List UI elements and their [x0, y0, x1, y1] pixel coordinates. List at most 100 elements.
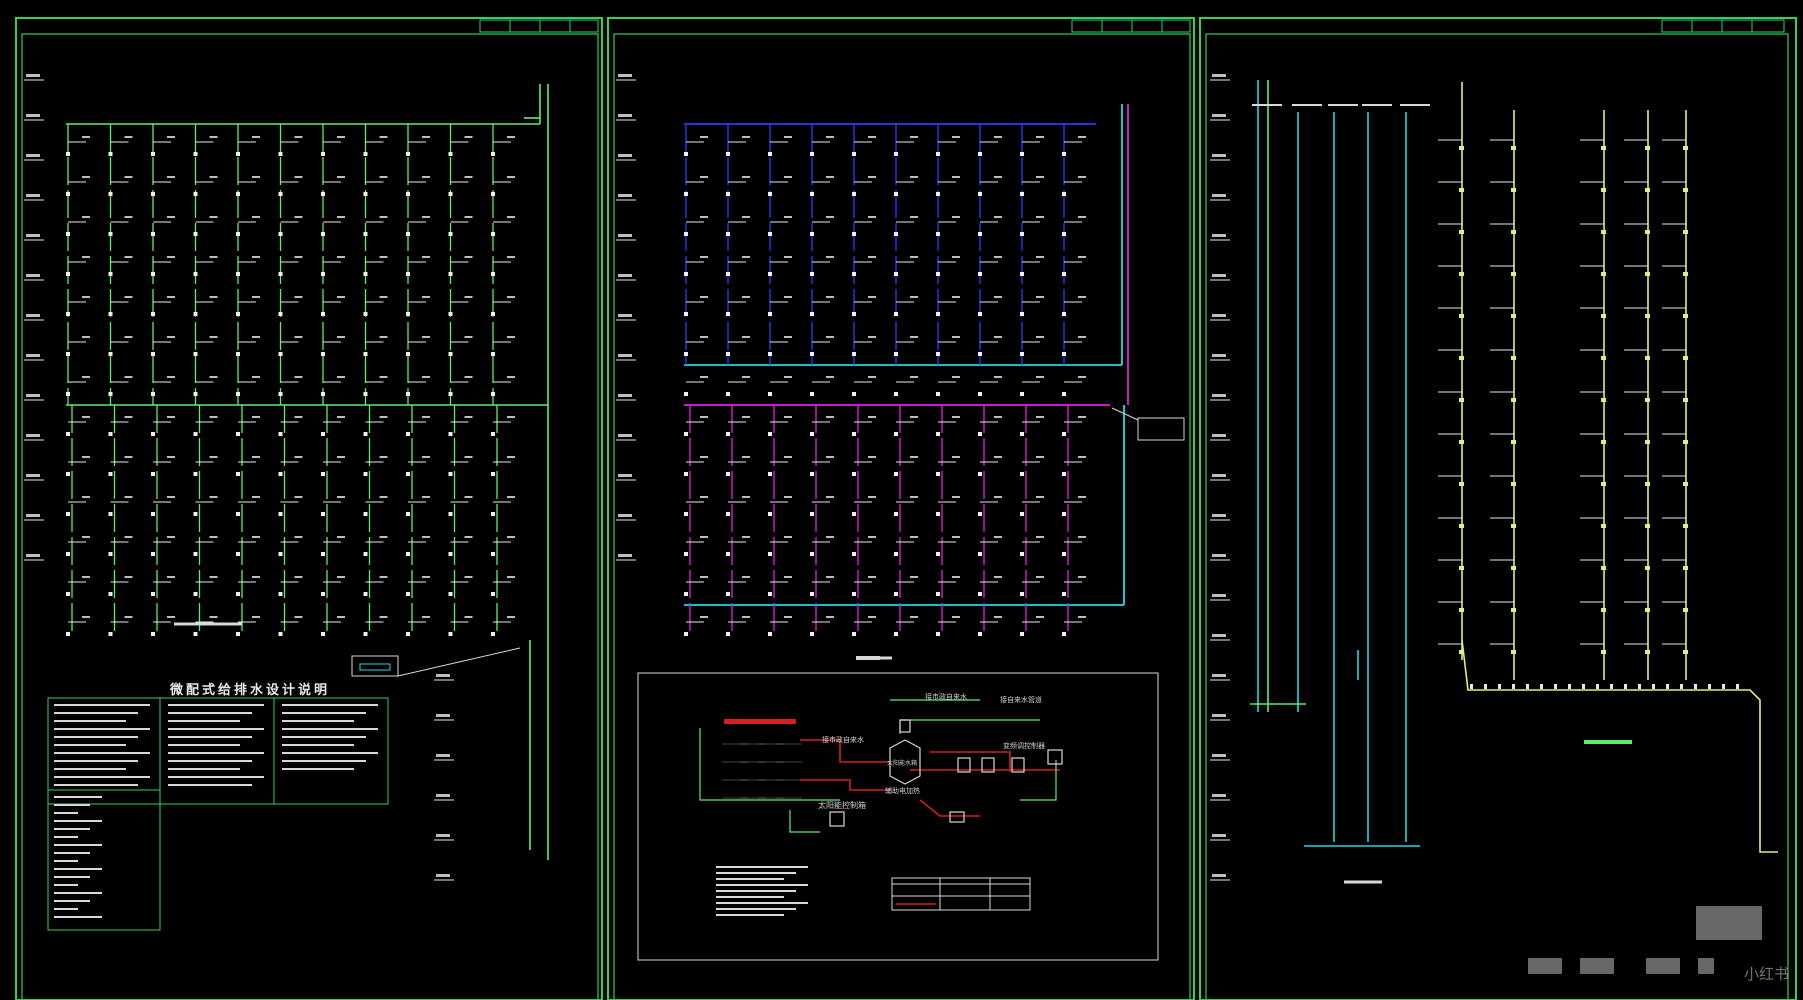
valve-mark	[1062, 432, 1066, 436]
valve-mark	[726, 632, 730, 636]
valve-mark	[1020, 512, 1024, 516]
valve-mark	[236, 232, 240, 236]
fixture-label	[209, 256, 218, 258]
note-line	[54, 744, 126, 746]
valve-mark	[936, 392, 940, 396]
fixture-label	[167, 176, 175, 178]
level-label	[618, 314, 632, 317]
valve-mark	[236, 352, 240, 356]
valve-mark	[363, 592, 368, 596]
valve-mark	[278, 192, 283, 196]
fixture-label	[252, 176, 260, 178]
fixture-label	[252, 296, 260, 298]
drain-fitting	[1601, 356, 1606, 360]
fixture-label	[82, 496, 90, 498]
outlet-mark	[1652, 684, 1655, 689]
valve-mark	[684, 632, 688, 636]
hydrant-caption: 接市政自来水	[822, 736, 864, 744]
fixture-label	[167, 136, 175, 138]
valve-mark	[66, 472, 70, 476]
valve-mark	[894, 192, 898, 196]
fixture-label	[294, 256, 303, 258]
fixture-label	[294, 176, 303, 178]
valve-mark	[768, 512, 772, 516]
fixture-label	[422, 296, 430, 298]
drain-fitting	[1511, 482, 1516, 486]
fixture-label	[167, 216, 175, 218]
fixture-label	[464, 336, 473, 338]
fixture-label	[507, 176, 515, 178]
valve-mark	[1062, 472, 1066, 476]
valve-mark	[1062, 152, 1066, 156]
note-line	[54, 796, 102, 798]
valve-mark	[936, 632, 940, 636]
fixture-label	[784, 576, 792, 578]
level-label	[436, 674, 450, 677]
level-label	[1212, 514, 1226, 517]
fixture-label	[507, 616, 515, 618]
fixture-label	[868, 216, 876, 218]
valve-mark	[852, 592, 856, 596]
note-line	[716, 908, 796, 910]
outlet-mark	[1470, 684, 1473, 689]
fixture-label	[422, 176, 430, 178]
valve-mark	[363, 392, 368, 396]
valve-mark	[66, 512, 70, 516]
valve-mark	[768, 272, 772, 276]
valve-mark	[1062, 392, 1066, 396]
valve-mark	[108, 312, 113, 316]
valve-mark	[768, 352, 772, 356]
valve-mark	[363, 552, 368, 556]
fixture-label	[1036, 496, 1044, 498]
fixture-label	[952, 216, 960, 218]
valve-mark	[978, 232, 982, 236]
level-label	[26, 434, 40, 437]
valve-mark	[278, 512, 283, 516]
fixture-label	[464, 456, 473, 458]
fixture-label	[826, 136, 834, 138]
level-label	[618, 354, 632, 357]
valve-mark	[1020, 152, 1024, 156]
note-line	[168, 704, 264, 706]
drain-fitting	[1511, 356, 1516, 360]
valve-mark	[491, 192, 495, 196]
note-line	[54, 784, 138, 786]
fixture-label	[209, 416, 218, 418]
valve-mark	[193, 552, 198, 556]
note-line	[54, 876, 90, 878]
drain-fitting	[1683, 566, 1688, 570]
valve-mark	[726, 472, 730, 476]
fixture-label	[124, 496, 133, 498]
fixture-label	[464, 256, 473, 258]
valve-mark	[448, 152, 453, 156]
valve-mark	[810, 312, 814, 316]
valve-mark	[1020, 632, 1024, 636]
aux-heater-caption: 辅助电加热	[885, 787, 920, 795]
drain-fitting	[1645, 608, 1650, 612]
fixture-label	[910, 616, 918, 618]
fixture-label	[994, 416, 1002, 418]
fixture-label	[1078, 216, 1086, 218]
outlet-mark	[1484, 684, 1487, 689]
level-label	[1212, 74, 1226, 77]
valve-mark	[491, 152, 495, 156]
valve-mark	[894, 272, 898, 276]
note-line	[716, 884, 808, 886]
level-label	[1212, 394, 1226, 397]
fixture-label	[167, 536, 175, 538]
fixture-label	[784, 416, 792, 418]
drain-fitting	[1683, 314, 1688, 318]
water-in-caption: 接自来水管道	[1000, 696, 1042, 704]
fixture-label	[994, 336, 1002, 338]
fixture-label	[742, 576, 750, 578]
fixture-label	[124, 536, 133, 538]
valve-mark	[491, 432, 495, 436]
valve-mark	[852, 312, 856, 316]
note-line	[282, 712, 366, 714]
fixture-label	[124, 136, 133, 138]
note-line	[54, 868, 102, 870]
valve-mark	[852, 272, 856, 276]
fixture-label	[167, 496, 175, 498]
fixture-label	[507, 296, 515, 298]
note-line	[716, 878, 784, 880]
